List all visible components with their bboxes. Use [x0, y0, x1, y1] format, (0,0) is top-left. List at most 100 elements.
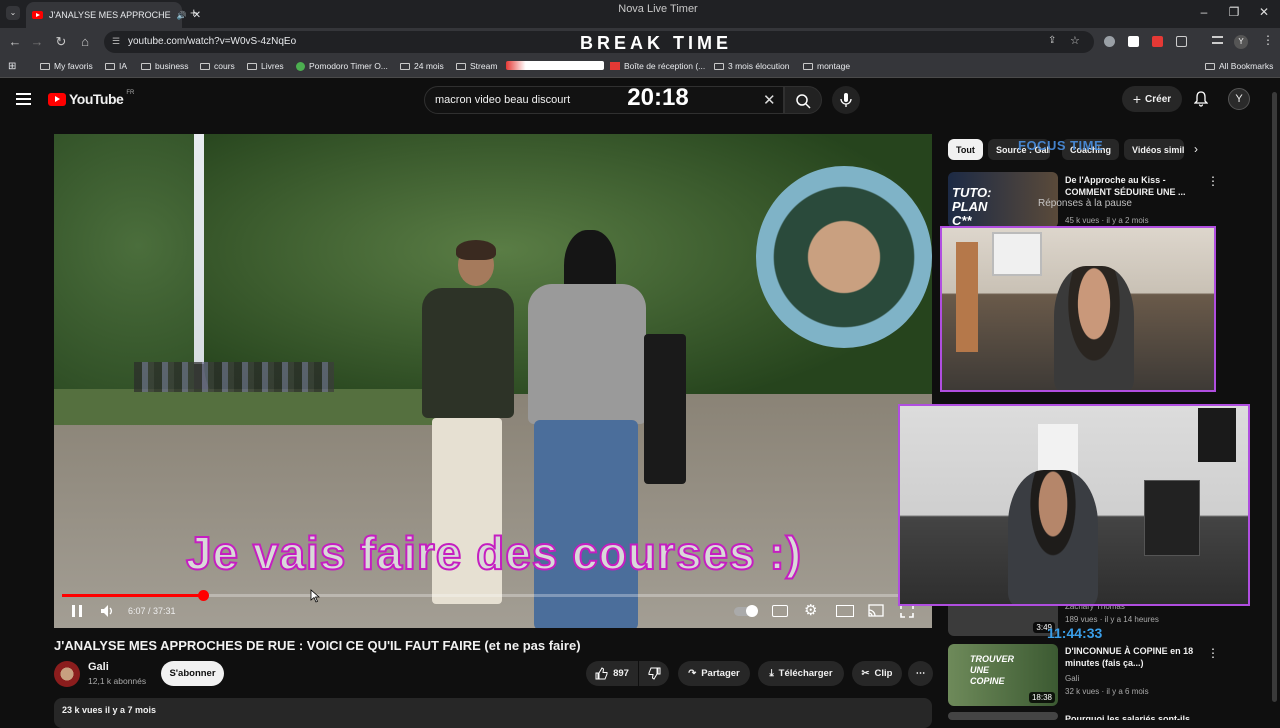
progress-bar[interactable]: [62, 590, 924, 601]
extension-icon[interactable]: [1128, 36, 1139, 47]
back-icon[interactable]: ←: [6, 34, 24, 49]
home-icon[interactable]: ⌂: [76, 34, 94, 49]
new-tab-button[interactable]: +: [190, 5, 198, 20]
bookmark-item[interactable]: Pomodoro Timer O...: [296, 61, 388, 71]
bookmark-item[interactable]: IA: [105, 61, 127, 71]
scissors-icon: ✂: [861, 668, 870, 679]
webcam-window: [992, 232, 1042, 276]
theater-mode-icon[interactable]: [836, 605, 854, 617]
page-scrollbar[interactable]: [1272, 92, 1277, 702]
bookmark-item[interactable]: Boîte de réception (...: [610, 61, 705, 71]
create-button[interactable]: + Créer: [1122, 86, 1182, 112]
reload-icon[interactable]: ↻: [52, 34, 70, 50]
overlay-break-timer: 20:18: [627, 84, 689, 111]
video-grass: [54, 389, 474, 425]
more-actions-button[interactable]: ⋯: [908, 661, 933, 686]
youtube-play-icon: [48, 92, 66, 106]
clear-search-icon[interactable]: ✕: [763, 91, 776, 109]
puzzle-icon[interactable]: [1176, 36, 1187, 47]
video-subtitle: Je vais faire des courses :): [185, 526, 803, 580]
folder-icon: [105, 62, 115, 70]
install-icon[interactable]: ⇪: [1048, 35, 1056, 46]
chip-similar[interactable]: Vidéos similaires: [1124, 139, 1184, 160]
search-button[interactable]: [784, 86, 822, 114]
folder-icon: [247, 62, 257, 70]
notifications-bell-icon[interactable]: [1193, 91, 1209, 112]
recommendation-menu-icon[interactable]: ⋮: [1207, 174, 1219, 188]
restore-icon[interactable]: ❐: [1224, 5, 1244, 19]
bookmark-item-blurred[interactable]: [506, 61, 604, 70]
webcam-overlay-top: [940, 226, 1216, 392]
recommendation-title[interactable]: Pourquoi les salariés sont-ils: [1065, 713, 1195, 720]
clip-button[interactable]: ✂ Clip: [852, 661, 902, 686]
volume-icon[interactable]: [100, 604, 116, 621]
profile-avatar[interactable]: Y: [1234, 35, 1248, 49]
folder-icon: [200, 62, 210, 70]
chip-all[interactable]: Tout: [948, 139, 983, 160]
subscribe-button[interactable]: S'abonner: [161, 661, 224, 686]
bookmark-star-icon[interactable]: ☆: [1070, 34, 1080, 47]
youtube-logo[interactable]: YouTube FR: [48, 90, 134, 107]
tab-search-icon[interactable]: ⌄: [6, 6, 20, 20]
minimize-icon[interactable]: –: [1194, 5, 1214, 19]
bookmark-item[interactable]: business: [141, 61, 189, 71]
video-player[interactable]: Je vais faire des courses :) 6:07 / 37:3…: [54, 134, 932, 628]
description-box[interactable]: 23 k vues il y a 7 mois: [54, 698, 932, 728]
bookmark-item[interactable]: montage: [803, 61, 850, 71]
recommendation-thumbnail[interactable]: [948, 712, 1058, 720]
microphone-icon: [840, 93, 852, 107]
recommendation-thumbnail[interactable]: TROUVER UNE COPINE 18:38: [948, 644, 1058, 706]
chips-next-icon[interactable]: ›: [1194, 142, 1198, 156]
download-button[interactable]: ⤓ Télécharger: [758, 661, 844, 686]
settings-gear-icon[interactable]: ⚙: [804, 601, 817, 619]
bookmark-item[interactable]: cours: [200, 61, 235, 71]
bookmark-item[interactable]: Stream: [456, 61, 497, 71]
bookmark-item[interactable]: 3 mois élocution: [714, 61, 789, 71]
channel-avatar[interactable]: [54, 661, 80, 687]
folder-icon: [803, 62, 813, 70]
site-info-icon[interactable]: ☰: [112, 36, 120, 47]
channel-name[interactable]: Gali: [88, 661, 109, 673]
focus-timer: 11:44:33: [1047, 625, 1103, 641]
extension-icon[interactable]: [1104, 36, 1115, 47]
thumbnail-text: TUTO: PLAN C**: [952, 185, 992, 228]
progress-scrubber[interactable]: [197, 590, 209, 601]
folder-icon: [1205, 62, 1215, 70]
forward-icon[interactable]: →: [28, 34, 46, 49]
search-value: macron video beau discourt: [435, 94, 571, 106]
folder-icon: [456, 62, 466, 70]
share-icon: ↷: [688, 668, 697, 679]
pause-icon[interactable]: [70, 604, 84, 621]
bookmark-item[interactable]: Livres: [247, 61, 284, 71]
all-bookmarks[interactable]: All Bookmarks: [1205, 61, 1273, 71]
menu-icon[interactable]: [16, 93, 31, 105]
autoplay-toggle[interactable]: [734, 605, 758, 617]
gmail-icon: [610, 62, 620, 70]
like-button[interactable]: 897: [586, 661, 638, 686]
dislike-button[interactable]: [639, 661, 669, 686]
webcam-poster: [1198, 408, 1236, 462]
share-button[interactable]: ↷ Partager: [678, 661, 750, 686]
account-avatar[interactable]: Y: [1228, 88, 1250, 110]
plus-icon: +: [1132, 91, 1142, 107]
extension-icon[interactable]: [1152, 36, 1163, 47]
recommendation-meta: 45 k vues · il y a 2 mois: [1065, 216, 1149, 225]
close-window-icon[interactable]: ✕: [1254, 5, 1274, 19]
reading-list-icon[interactable]: [1212, 36, 1223, 44]
browser-menu-icon[interactable]: ⋮: [1262, 33, 1274, 47]
youtube-favicon-icon: [32, 11, 43, 19]
bookmark-item[interactable]: My favoris: [40, 61, 93, 71]
voice-search-button[interactable]: [832, 86, 860, 114]
recommendation-title[interactable]: D'INCONNUE À COPINE en 18 minutes (fais …: [1065, 645, 1195, 669]
browser-tab-active[interactable]: J'ANALYSE MES APPROCHE 🔊 ✕: [26, 2, 201, 28]
recommendation-title[interactable]: De l'Approche au Kiss - COMMENT SÉDUIRE …: [1065, 174, 1195, 198]
cast-icon[interactable]: [868, 604, 884, 621]
fullscreen-icon[interactable]: [900, 604, 914, 621]
bookmark-item[interactable]: 24 mois: [400, 61, 444, 71]
break-time-banner: BREAK TIME: [580, 33, 732, 53]
speaker-icon[interactable]: 🔊: [177, 11, 187, 20]
recommendation-menu-icon[interactable]: ⋮: [1207, 646, 1219, 660]
subtitles-icon[interactable]: [772, 605, 788, 617]
apps-grid-icon[interactable]: ⊞: [8, 61, 16, 72]
url-text: youtube.com/watch?v=W0vS-4zNqEo: [128, 36, 297, 47]
